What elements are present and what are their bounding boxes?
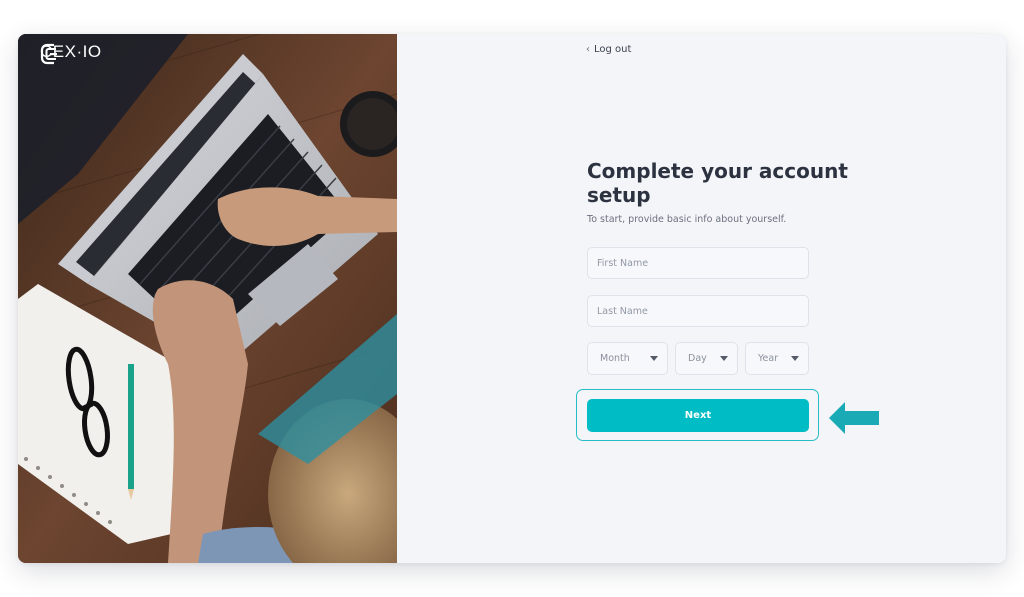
form-panel: ‹ Log out Complete your account setup To…: [397, 34, 1006, 563]
hero-illustration: [18, 34, 397, 563]
first-name-input[interactable]: [587, 247, 809, 279]
year-select[interactable]: Year: [745, 342, 809, 375]
page-subtitle: To start, provide basic info about yours…: [587, 214, 787, 225]
hero-photo: CEX·IO: [18, 34, 397, 563]
app-window: CEX·IO ‹ Log out Complete your account s…: [18, 34, 1006, 563]
month-select[interactable]: Month: [587, 342, 668, 375]
cex-logo-icon: [40, 43, 57, 65]
caret-down-icon: [720, 356, 728, 361]
logout-link[interactable]: ‹ Log out: [586, 44, 631, 55]
caret-down-icon: [650, 356, 658, 361]
month-select-label: Month: [600, 353, 630, 364]
year-select-label: Year: [758, 353, 779, 364]
caret-down-icon: [791, 356, 799, 361]
day-select-label: Day: [688, 353, 707, 364]
next-button[interactable]: Next: [587, 399, 809, 432]
day-select[interactable]: Day: [675, 342, 738, 375]
last-name-input[interactable]: [587, 295, 809, 327]
chevron-left-icon: ‹: [586, 44, 590, 55]
logout-label: Log out: [594, 44, 632, 55]
brand-logo[interactable]: CEX·IO: [40, 42, 102, 65]
arrow-left-icon: [829, 402, 879, 434]
page-title: Complete your account setup: [587, 159, 848, 207]
